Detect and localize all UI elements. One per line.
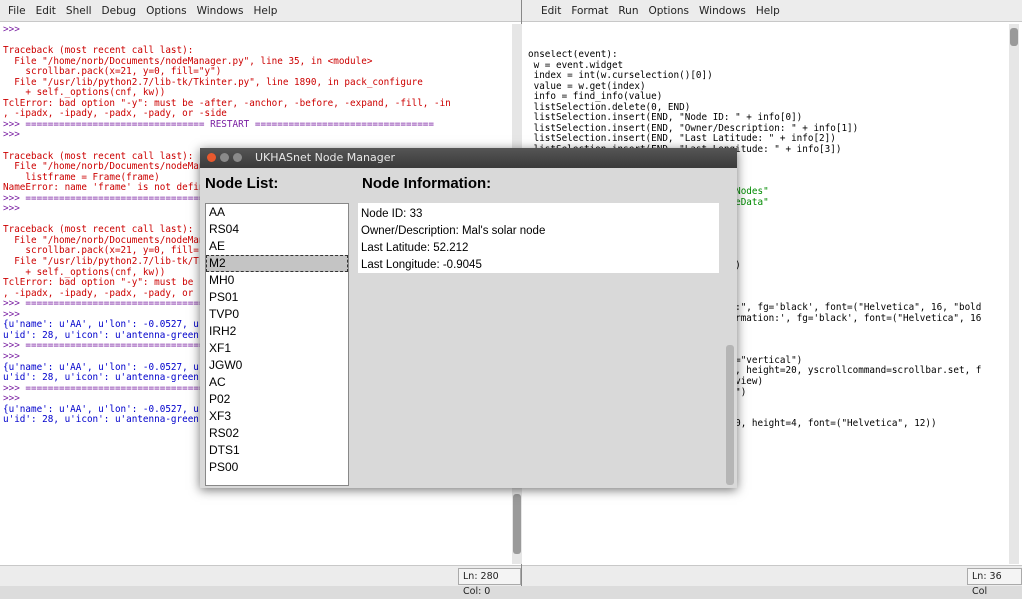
node-list-item[interactable]: TVP0 — [206, 306, 348, 323]
node-info-line[interactable]: Last Latitude: 52.212 — [358, 240, 719, 257]
editor-menu-options[interactable]: Options — [649, 5, 690, 17]
editor-line-col: Ln: 36 Col — [967, 568, 1022, 597]
shell-menu-windows[interactable]: Windows — [197, 5, 244, 17]
node-manager-dialog: UKHASnet Node Manager Node List: Node In… — [200, 148, 737, 488]
shell-line: >>> ================================ RES… — [3, 118, 434, 130]
editor-menu-format[interactable]: Format — [571, 5, 608, 17]
node-list-item[interactable]: XF1 — [206, 340, 348, 357]
shell-menu-options[interactable]: Options — [146, 5, 187, 17]
editor-menubar: Edit Format Run Options Windows Help — [522, 0, 1022, 22]
shell-menu-help[interactable]: Help — [253, 5, 277, 17]
node-list-item[interactable]: PS01 — [206, 289, 348, 306]
node-list-item[interactable]: AC — [206, 374, 348, 391]
editor-scrollbar[interactable] — [1009, 24, 1019, 564]
editor-statusbar: Ln: 36 Col — [522, 565, 1022, 597]
node-list-item[interactable]: XF3 — [206, 408, 348, 425]
editor-menu-windows[interactable]: Windows — [699, 5, 746, 17]
shell-menubar: File Edit Shell Debug Options Windows Help — [0, 0, 521, 22]
node-list-item[interactable]: MH0 — [206, 272, 348, 289]
node-listbox[interactable]: AA RS04 AE M2 MH0 PS01 TVP0 IRH2 XF1 JGW0 AC P02 XF3… — [205, 203, 349, 486]
dialog-titlebar[interactable]: UKHASnet Node Manager — [200, 148, 737, 168]
node-list-heading: Node List: — [205, 175, 279, 192]
editor-menu-edit[interactable]: Edit — [541, 5, 561, 17]
node-info-heading: Node Information: — [362, 175, 492, 192]
shell-statusbar: Ln: 280 Col: 0 — [0, 565, 521, 597]
shell-scrollbar-thumb[interactable] — [513, 494, 521, 554]
node-list-item[interactable]: RS04 — [206, 221, 348, 238]
close-icon[interactable] — [207, 153, 216, 162]
shell-line: >>> — [3, 129, 20, 141]
shell-line: >>> — [3, 25, 20, 35]
shell-menu-edit[interactable]: Edit — [36, 5, 56, 17]
node-list-item[interactable]: AE — [206, 238, 348, 255]
node-list-item[interactable]: DTS1 — [206, 442, 348, 459]
editor-menu-help[interactable]: Help — [756, 5, 780, 17]
editor-line: onselect(event): — [528, 50, 618, 60]
editor-menu-run[interactable]: Run — [618, 5, 638, 17]
node-list-item[interactable]: JGW0 — [206, 357, 348, 374]
node-info-line[interactable]: Owner/Description: Mal's solar node — [358, 223, 719, 240]
minimize-icon[interactable] — [220, 153, 229, 162]
node-list-item[interactable]: M2 — [206, 255, 348, 272]
node-info-line[interactable]: Last Longitude: -0.9045 — [358, 257, 719, 274]
shell-menu-file[interactable]: File — [8, 5, 26, 17]
node-list-item[interactable]: RS02 — [206, 425, 348, 442]
node-list-item[interactable]: IRH2 — [206, 323, 348, 340]
node-list-item[interactable]: AA — [206, 204, 348, 221]
node-info-listbox[interactable]: Node ID: 33 Owner/Description: Mal's sola… — [358, 203, 719, 273]
maximize-icon[interactable] — [233, 153, 242, 162]
node-info-line[interactable]: Node ID: 33 — [358, 206, 719, 223]
node-list-item[interactable]: P02 — [206, 391, 348, 408]
shell-menu-debug[interactable]: Debug — [102, 5, 137, 17]
node-list-item[interactable]: PS00 — [206, 459, 348, 476]
dialog-title: UKHASnet Node Manager — [255, 151, 396, 164]
shell-line-col: Ln: 280 Col: 0 — [458, 568, 521, 597]
dialog-scrollbar-thumb[interactable] — [726, 345, 734, 485]
shell-menu-shell[interactable]: Shell — [66, 5, 92, 17]
editor-scrollbar-thumb[interactable] — [1010, 28, 1018, 46]
dialog-scrollbar[interactable] — [725, 170, 735, 486]
